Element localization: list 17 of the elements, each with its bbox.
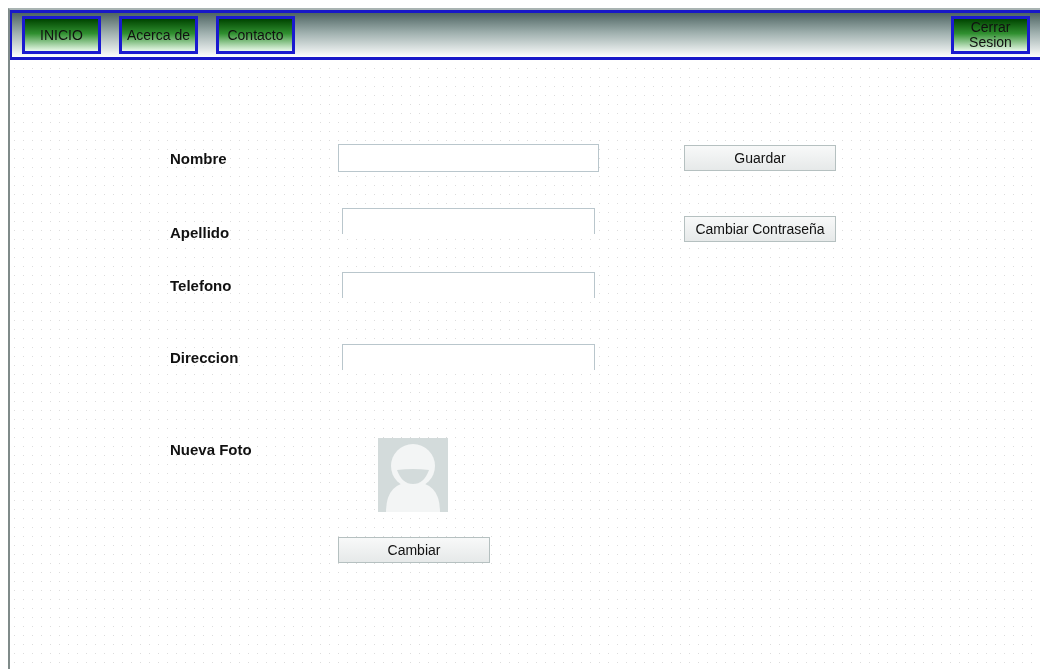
field-label: Apellido <box>170 223 231 241</box>
avatar-placeholder-icon <box>378 438 448 512</box>
action-button[interactable]: Cambiar Contraseña <box>684 216 836 242</box>
nav-button[interactable]: Acerca de <box>119 16 198 54</box>
nav-button[interactable]: INICIO <box>22 16 101 54</box>
text-field[interactable] <box>342 344 595 370</box>
field-label: Telefono <box>170 276 233 294</box>
logout-button[interactable]: Cerrar Sesion <box>951 16 1030 54</box>
text-field[interactable] <box>342 208 595 234</box>
change-photo-button[interactable]: Cambiar <box>338 537 490 563</box>
action-button[interactable]: Guardar <box>684 145 836 171</box>
nav-button[interactable]: Contacto <box>216 16 295 54</box>
text-field[interactable] <box>338 144 599 172</box>
text-field[interactable] <box>342 272 595 298</box>
field-label: Direccion <box>170 348 240 366</box>
field-label: Nombre <box>170 149 228 167</box>
field-label: Nueva Foto <box>170 441 253 460</box>
